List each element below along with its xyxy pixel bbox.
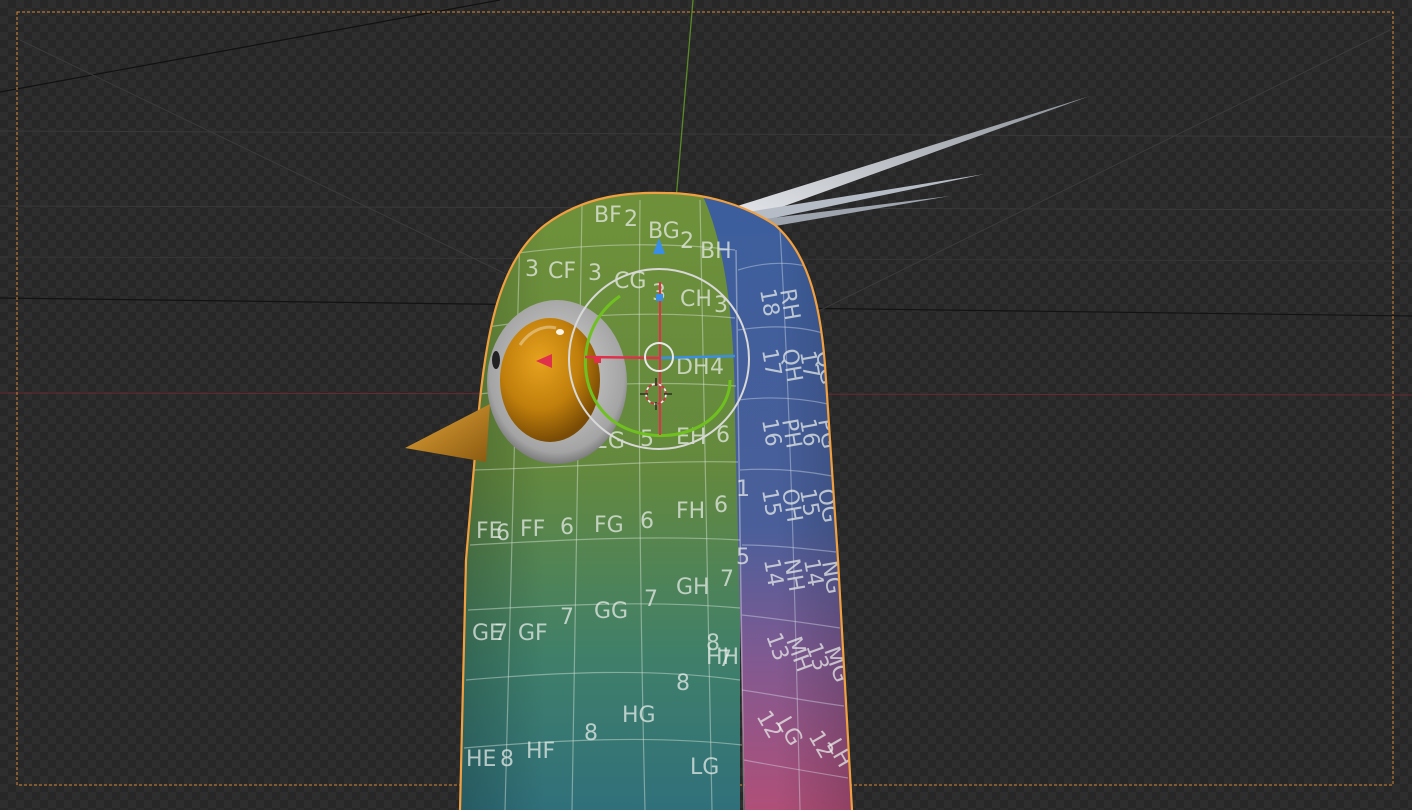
viewport-scene[interactable]: BF 2 BG 2 BH 3 CF 3 CG CH 3 3 DH 4 5 EG … <box>0 0 1412 810</box>
svg-text:BH: BH <box>700 239 732 264</box>
svg-text:GG: GG <box>594 599 628 624</box>
svg-text:PG: PG <box>812 417 842 451</box>
svg-text:1: 1 <box>736 477 750 502</box>
svg-text:DH: DH <box>676 355 709 380</box>
svg-text:6: 6 <box>714 493 728 518</box>
gizmo-x-scale-handle[interactable] <box>594 356 601 363</box>
head-feathers <box>718 96 1090 230</box>
svg-text:FH: FH <box>676 499 705 524</box>
bird-beak[interactable] <box>405 404 490 462</box>
svg-text:3: 3 <box>588 261 602 286</box>
bird-eye[interactable] <box>487 300 627 464</box>
svg-text:GF: GF <box>518 621 548 646</box>
3d-viewport[interactable]: BF 2 BG 2 BH 3 CF 3 CG CH 3 3 DH 4 5 EG … <box>0 0 1412 810</box>
svg-text:BG: BG <box>648 219 680 244</box>
svg-text:8: 8 <box>676 671 690 696</box>
svg-text:6: 6 <box>496 521 510 546</box>
svg-text:7: 7 <box>644 587 658 612</box>
svg-text:8: 8 <box>500 747 514 772</box>
svg-text:GH: GH <box>676 575 710 600</box>
svg-text:6: 6 <box>560 515 574 540</box>
svg-text:CF: CF <box>548 259 576 284</box>
svg-text:6: 6 <box>640 509 654 534</box>
svg-text:2: 2 <box>624 207 638 232</box>
svg-text:2: 2 <box>680 229 694 254</box>
svg-text:7: 7 <box>720 567 734 592</box>
gizmo-z-scale-handle[interactable] <box>656 294 663 301</box>
svg-text:HG: HG <box>622 703 656 728</box>
svg-text:7: 7 <box>560 605 574 630</box>
svg-text:FF: FF <box>520 517 545 542</box>
svg-text:LG: LG <box>690 755 719 780</box>
svg-text:5: 5 <box>736 545 750 570</box>
svg-text:8: 8 <box>584 721 598 746</box>
svg-text:3: 3 <box>525 257 539 282</box>
y-axis-line <box>675 0 694 201</box>
svg-text:HE: HE <box>466 747 496 772</box>
svg-text:3: 3 <box>714 293 728 318</box>
svg-text:GE: GE <box>472 621 503 646</box>
bird-body[interactable]: BF 2 BG 2 BH 3 CF 3 CG CH 3 3 DH 4 5 EG … <box>440 180 870 810</box>
svg-text:BF: BF <box>594 203 622 228</box>
svg-text:HF: HF <box>526 739 555 764</box>
svg-text:4: 4 <box>710 355 724 380</box>
svg-text:FG: FG <box>594 513 624 538</box>
svg-text:CH: CH <box>680 287 712 312</box>
svg-text:8: 8 <box>706 631 720 656</box>
